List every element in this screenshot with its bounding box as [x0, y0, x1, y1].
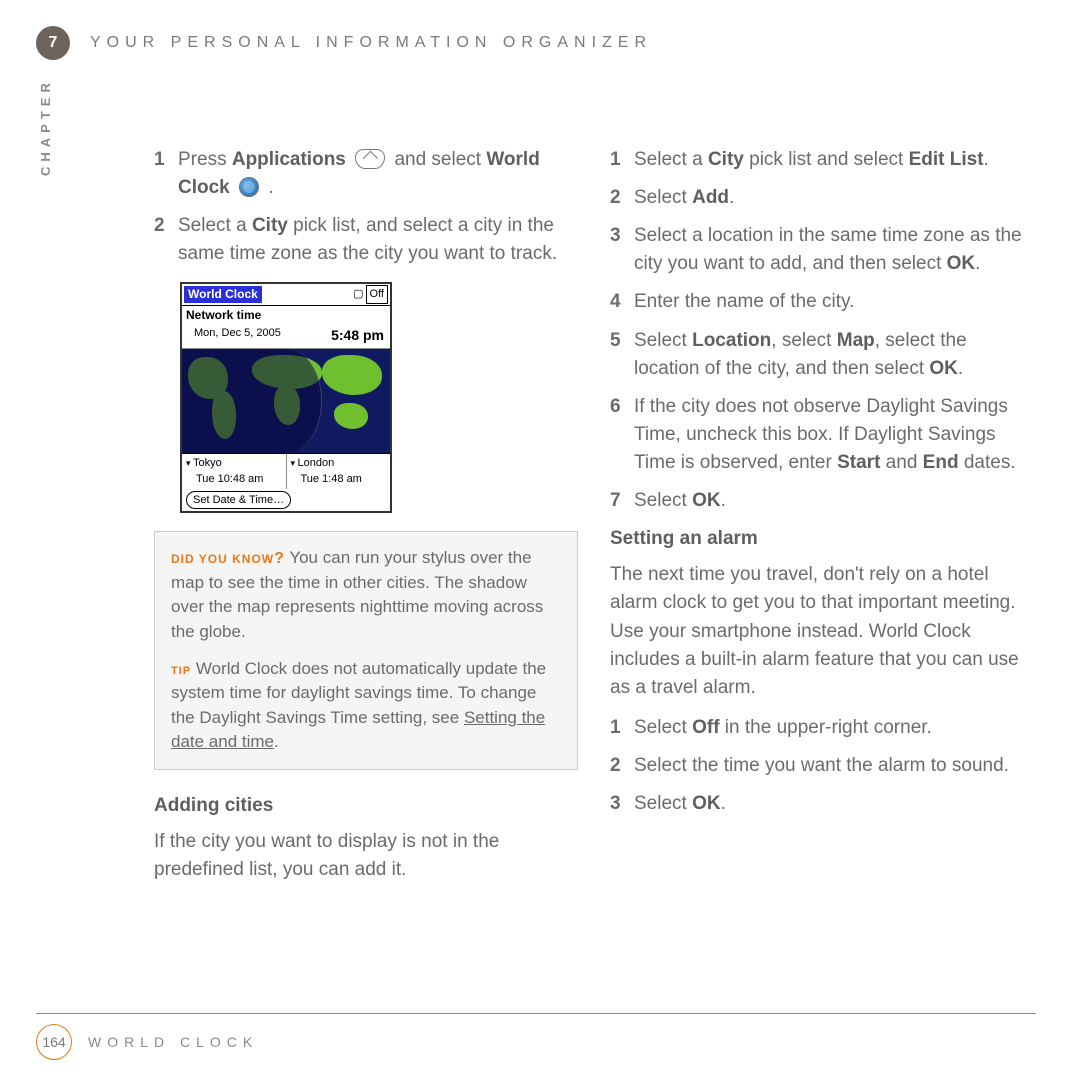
- left-step-1: Press Applications and select World Cloc…: [178, 146, 578, 202]
- wc-set-date-time-button[interactable]: Set Date & Time…: [186, 491, 291, 509]
- r-step-7: Select OK.: [634, 487, 1034, 515]
- alarm-step-1: Select Off in the upper-right corner.: [634, 714, 1034, 742]
- left-step-2: Select a City pick list, and select a ci…: [178, 212, 578, 268]
- r-step-2: Select Add.: [634, 184, 1034, 212]
- heading-setting-alarm: Setting an alarm: [610, 525, 1034, 553]
- r-step-3: Select a location in the same time zone …: [634, 222, 1034, 278]
- left-column: 1 Press Applications and select World Cl…: [154, 146, 578, 884]
- heading-adding-cities: Adding cities: [154, 792, 578, 820]
- world-clock-icon: [239, 177, 259, 197]
- chapter-side-label: CHAPTER: [38, 78, 53, 176]
- wc-time: 5:48 pm: [331, 325, 384, 346]
- r-step-5: Select Location, select Map, select the …: [634, 327, 1034, 383]
- wc-map[interactable]: [182, 349, 390, 453]
- r-step-1: Select a City pick list and select Edit …: [634, 146, 1034, 174]
- wc-city-1[interactable]: TokyoTue 10:48 am: [182, 454, 287, 489]
- wc-title: World Clock: [184, 286, 262, 304]
- alarm-intro: The next time you travel, don't rely on …: [610, 561, 1034, 702]
- alarm-step-2: Select the time you want the alarm to so…: [634, 752, 1034, 780]
- chapter-badge: 7: [36, 26, 70, 60]
- footer-label: WORLD CLOCK: [88, 1034, 258, 1050]
- manual-page: 7 YOUR PERSONAL INFORMATION ORGANIZER CH…: [0, 0, 1080, 1080]
- page-footer: 164 WORLD CLOCK: [36, 1013, 1036, 1060]
- r-step-4: Enter the name of the city.: [634, 288, 1034, 316]
- r-step-6: If the city does not observe Daylight Sa…: [634, 393, 1034, 477]
- tip-callout: DID YOU KNOW? You can run your stylus ov…: [154, 531, 578, 770]
- page-number: 164: [36, 1024, 72, 1060]
- header-title: YOUR PERSONAL INFORMATION ORGANIZER: [90, 34, 652, 52]
- adding-intro: If the city you want to display is not i…: [154, 828, 578, 884]
- wc-date: Mon, Dec 5, 2005: [194, 325, 281, 346]
- world-clock-screenshot: World Clock ▢ Off Network time Mon, Dec …: [180, 282, 392, 513]
- home-icon: [355, 149, 385, 169]
- alarm-step-3: Select OK.: [634, 790, 1034, 818]
- wc-network-label: Network time: [182, 306, 390, 326]
- wc-city-2[interactable]: LondonTue 1:48 am: [287, 454, 391, 489]
- wc-off-button[interactable]: Off: [366, 285, 388, 303]
- right-column: 1Select a City pick list and select Edit…: [610, 146, 1034, 884]
